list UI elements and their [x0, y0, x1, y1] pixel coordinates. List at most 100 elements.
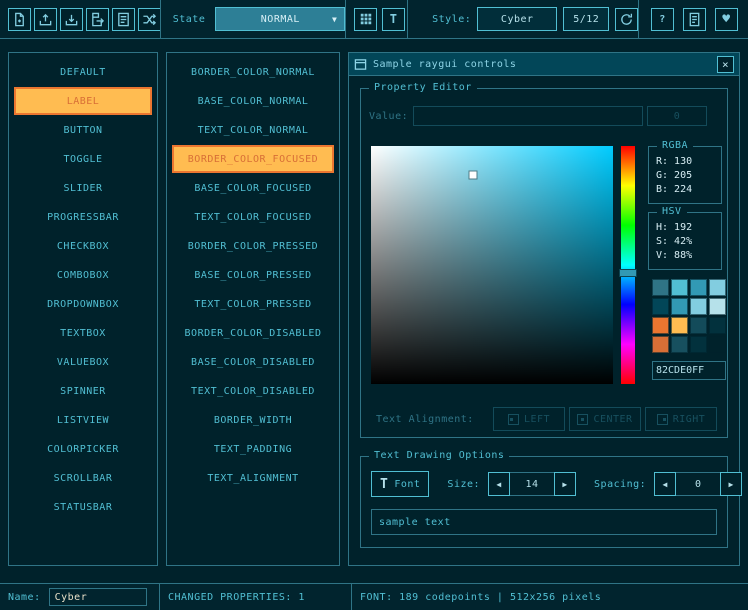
rgba-g-value: G: 205: [656, 169, 721, 183]
list-item[interactable]: BORDER_COLOR_DISABLED: [172, 319, 334, 347]
color-swatch[interactable]: [709, 298, 726, 315]
list-item[interactable]: TEXTBOX: [14, 319, 152, 347]
list-item[interactable]: BASE_COLOR_DISABLED: [172, 348, 334, 376]
color-swatch[interactable]: [690, 298, 707, 315]
list-item[interactable]: COMBOBOX: [14, 261, 152, 289]
color-swatch[interactable]: [671, 336, 688, 353]
file-new-button[interactable]: [8, 8, 31, 31]
size-value-box[interactable]: 14: [510, 472, 554, 496]
color-swatch[interactable]: [709, 317, 726, 334]
style-index-button[interactable]: 5/12: [563, 7, 609, 31]
color-swatch[interactable]: [671, 279, 688, 296]
list-item[interactable]: STATUSBAR: [14, 493, 152, 521]
style-name-button[interactable]: Cyber: [477, 7, 557, 31]
list-item[interactable]: BORDER_COLOR_PRESSED: [172, 232, 334, 260]
list-item[interactable]: TEXT_ALIGNMENT: [172, 464, 334, 492]
sample-controls-window: Sample raygui controls × Property Editor…: [348, 52, 740, 566]
changed-properties-status: CHANGED PROPERTIES: 1: [160, 584, 352, 610]
style-random-icon: [142, 12, 157, 27]
window-close-button[interactable]: ×: [717, 56, 734, 73]
list-item[interactable]: DROPDOWNBOX: [14, 290, 152, 318]
property-editor-group: Property Editor Value: 0 RGBA R: 130 G: …: [360, 88, 728, 438]
value-row: Value: 0: [369, 106, 717, 126]
color-swatch[interactable]: [690, 317, 707, 334]
list-item-selected[interactable]: LABEL: [14, 87, 152, 115]
color-swatch[interactable]: [652, 336, 669, 353]
list-item[interactable]: VALUEBOX: [14, 348, 152, 376]
color-picker-panel[interactable]: [371, 146, 613, 384]
name-cell: Name: Cyber: [0, 584, 160, 610]
font-button[interactable]: T Font: [371, 471, 429, 497]
list-item[interactable]: SLIDER: [14, 174, 152, 202]
hsv-v-value: V: 88%: [656, 249, 721, 263]
close-icon: ×: [722, 58, 729, 71]
spacing-decrease-button[interactable]: ◀: [654, 472, 676, 496]
list-item[interactable]: SPINNER: [14, 377, 152, 405]
hex-value-textbox[interactable]: 82CDE0FF: [652, 361, 726, 380]
align-center-icon: [577, 414, 588, 425]
list-item[interactable]: TEXT_COLOR_NORMAL: [172, 116, 334, 144]
list-item[interactable]: PROGRESSBAR: [14, 203, 152, 231]
list-item[interactable]: TEXT_COLOR_PRESSED: [172, 290, 334, 318]
hsv-h-value: H: 192: [656, 221, 721, 235]
color-swatch[interactable]: [671, 298, 688, 315]
list-item[interactable]: BORDER_COLOR_NORMAL: [172, 58, 334, 86]
color-picker-cursor[interactable]: [469, 171, 476, 178]
style-index-value: 5/12: [573, 14, 599, 25]
text-tool-button[interactable]: T: [382, 8, 405, 31]
list-item[interactable]: TEXT_COLOR_DISABLED: [172, 377, 334, 405]
color-swatch[interactable]: [652, 317, 669, 334]
list-item[interactable]: COLORPICKER: [14, 435, 152, 463]
style-sheet-button[interactable]: [112, 8, 135, 31]
color-swatch[interactable]: [709, 279, 726, 296]
size-decrease-button[interactable]: ◀: [488, 472, 510, 496]
color-swatch[interactable]: [652, 298, 669, 315]
about-button[interactable]: [683, 8, 706, 31]
style-random-button[interactable]: [138, 8, 161, 31]
color-swatch[interactable]: [690, 279, 707, 296]
list-item[interactable]: BASE_COLOR_NORMAL: [172, 87, 334, 115]
sponsor-button[interactable]: ♥: [715, 8, 738, 31]
list-item[interactable]: BASE_COLOR_PRESSED: [172, 261, 334, 289]
rgba-r-value: R: 130: [656, 155, 721, 169]
style-name-textbox[interactable]: Cyber: [49, 588, 147, 606]
state-dropdown[interactable]: NORMAL ▼: [215, 7, 345, 31]
list-item[interactable]: TOGGLE: [14, 145, 152, 173]
help-button[interactable]: ?: [651, 8, 674, 31]
list-item[interactable]: DEFAULT: [14, 58, 152, 86]
color-swatch[interactable]: [671, 317, 688, 334]
align-right-label: RIGHT: [673, 414, 706, 425]
list-item[interactable]: CHECKBOX: [14, 232, 152, 260]
list-item[interactable]: TEXT_COLOR_FOCUSED: [172, 203, 334, 231]
hue-slider[interactable]: [621, 146, 635, 384]
window-titlebar[interactable]: Sample raygui controls ×: [349, 53, 739, 76]
color-swatch[interactable]: [709, 336, 726, 353]
list-item-selected[interactable]: BORDER_COLOR_FOCUSED: [172, 145, 334, 173]
list-item[interactable]: SCROLLBAR: [14, 464, 152, 492]
align-left-toggle: LEFT: [493, 407, 565, 431]
style-name-value: Cyber: [501, 14, 534, 25]
style-reload-button[interactable]: [615, 8, 638, 31]
list-item[interactable]: LISTVIEW: [14, 406, 152, 434]
list-item[interactable]: BASE_COLOR_FOCUSED: [172, 174, 334, 202]
sample-text-textbox[interactable]: sample text: [371, 509, 717, 535]
about-icon: [687, 12, 702, 27]
property-editor-title: Property Editor: [369, 82, 477, 93]
list-item[interactable]: BORDER_WIDTH: [172, 406, 334, 434]
file-open-button[interactable]: [34, 8, 57, 31]
file-save-button[interactable]: [60, 8, 83, 31]
sponsor-heart-icon: ♥: [722, 13, 730, 26]
spacing-increase-button[interactable]: ▶: [720, 472, 742, 496]
file-export-button[interactable]: [86, 8, 109, 31]
hue-slider-cursor[interactable]: [619, 269, 637, 277]
controls-grid-button[interactable]: [354, 8, 377, 31]
file-new-icon: [12, 12, 27, 27]
list-item[interactable]: BUTTON: [14, 116, 152, 144]
spacing-value-box[interactable]: 0: [676, 472, 720, 496]
color-swatch[interactable]: [690, 336, 707, 353]
color-swatch[interactable]: [652, 279, 669, 296]
hsv-s-value: S: 42%: [656, 235, 721, 249]
hsv-title: HSV: [657, 206, 687, 217]
list-item[interactable]: TEXT_PADDING: [172, 435, 334, 463]
size-increase-button[interactable]: ▶: [554, 472, 576, 496]
